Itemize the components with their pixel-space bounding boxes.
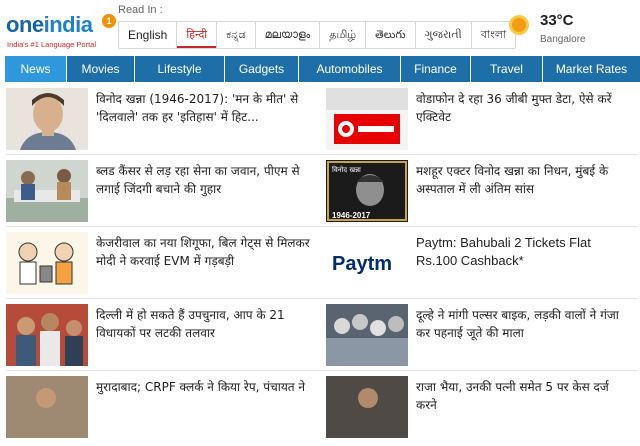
article-card[interactable]: राजा भैया, उनकी पत्नी समेत 5 पर केस दर्ज… [326, 376, 636, 446]
row-divider [6, 154, 638, 155]
hospital-thumbnail-icon [6, 160, 88, 222]
article-title[interactable]: केजरीवाल का नया शिगूफा, बिल गेट्स से मिल… [96, 234, 310, 270]
article-title[interactable]: विनोद खन्ना (1946-2017): 'मन के मीत' से … [96, 90, 310, 126]
article-card[interactable]: विनोद खन्ना (1946-2017): 'मन के मीत' से … [6, 88, 316, 158]
article-thumbnail[interactable]: विनोद खन्ना 1946-2017 [326, 160, 408, 222]
nav-lifestyle[interactable]: Lifestyle [135, 56, 225, 82]
logo-badge: 1 [102, 14, 116, 28]
article-title[interactable]: दिल्ली में हो सकते हैं उपचुनाव, आप के 21… [96, 306, 310, 342]
article-thumbnail[interactable] [326, 376, 408, 438]
logo-tagline: India's #1 Language Portal [7, 40, 97, 49]
article-thumbnail[interactable]: Paytm [326, 232, 408, 294]
logo-wordmark: oneindia [6, 12, 93, 37]
article-card[interactable]: दूल्हे ने मांगी पल्सर बाइक, लड़की वालों … [326, 304, 636, 374]
site-header: oneindia 1 India's #1 Language Portal Re… [0, 0, 640, 56]
nav-travel[interactable]: Travel [471, 56, 543, 82]
nav-movies[interactable]: Movies [67, 56, 135, 82]
lang-telugu[interactable]: తెలుగు [366, 22, 416, 48]
article-title[interactable]: दूल्हे ने मांगी पल्सर बाइक, लड़की वालों … [416, 306, 630, 342]
lang-malayalam[interactable]: മലയാളം [256, 22, 321, 48]
poster-caption-name: विनोद खन्ना [332, 165, 361, 174]
crowd-thumbnail-icon [326, 304, 408, 366]
row-divider [6, 226, 638, 227]
article-title[interactable]: राजा भैया, उनकी पत्नी समेत 5 पर केस दर्ज… [416, 378, 630, 414]
article-thumbnail[interactable] [6, 376, 88, 438]
article-card[interactable]: मुरादाबाद; CRPF क्लर्क ने किया रेप, पंचा… [6, 376, 316, 446]
weather-city: Bangalore [540, 34, 586, 45]
article-card[interactable]: वोडाफोन दे रहा 36 जीबी मुफ्त डेटा, ऐसे क… [326, 88, 636, 158]
article-grid: विनोद खन्ना (1946-2017): 'मन के मीत' से … [0, 82, 640, 438]
language-selector: English हिन्दी ಕನ್ನಡ മലയാളം தமிழ் తెలుగు… [118, 21, 517, 49]
cartoon-thumbnail-icon [6, 232, 88, 294]
lang-kannada[interactable]: ಕನ್ನಡ [217, 22, 256, 48]
nav-market-rates[interactable]: Market Rates [543, 56, 640, 82]
lang-english[interactable]: English [119, 22, 178, 48]
article-title[interactable]: ब्लड कैंसर से लड़ रहा सेना का जवान, पीएम… [96, 162, 310, 198]
politicians-thumbnail-icon [6, 304, 88, 366]
vodafone-store-thumbnail-icon [326, 88, 408, 150]
article-title[interactable]: मशहूर एक्टर विनोद खन्ना का निधन, मुंबई क… [416, 162, 630, 198]
read-in-label: Read In : [118, 4, 163, 16]
lang-gujarati[interactable]: ગુજરાતી [416, 22, 472, 48]
article-thumbnail[interactable] [6, 304, 88, 366]
article-thumbnail[interactable] [6, 232, 88, 294]
nav-finance[interactable]: Finance [401, 56, 471, 82]
main-nav: News Movies Lifestyle Gadgets Automobile… [5, 56, 640, 82]
article-card[interactable]: विनोद खन्ना 1946-2017 मशहूर एक्टर विनोद … [326, 160, 636, 230]
article-card[interactable]: दिल्ली में हो सकते हैं उपचुनाव, आप के 21… [6, 304, 316, 374]
paytm-logo-text: Paytm [332, 253, 392, 275]
article-title[interactable]: वोडाफोन दे रहा 36 जीबी मुफ्त डेटा, ऐसे क… [416, 90, 630, 126]
lang-hindi[interactable]: हिन्दी [177, 22, 218, 48]
weather-widget[interactable]: 33°C Bangalore [506, 12, 636, 52]
weather-temperature: 33°C [540, 12, 574, 29]
row-divider [6, 370, 638, 371]
lang-tamil[interactable]: தமிழ் [320, 22, 367, 48]
article-title[interactable]: Paytm: Bahubali 2 Tickets Flat Rs.100 Ca… [416, 234, 630, 270]
nav-gadgets[interactable]: Gadgets [225, 56, 299, 82]
article-card[interactable]: Paytm Paytm: Bahubali 2 Tickets Flat Rs.… [326, 232, 636, 302]
article-thumbnail[interactable] [6, 88, 88, 150]
sun-icon [509, 15, 529, 35]
nav-automobiles[interactable]: Automobiles [299, 56, 401, 82]
tribute-poster-thumbnail-icon: विनोद खन्ना 1946-2017 [326, 160, 408, 222]
article-thumbnail[interactable] [326, 304, 408, 366]
nav-news[interactable]: News [5, 56, 67, 82]
row-divider [6, 298, 638, 299]
article-thumbnail[interactable] [326, 88, 408, 150]
portrait-thumbnail-icon [6, 88, 88, 150]
article-card[interactable]: ब्लड कैंसर से लड़ रहा सेना का जवान, पीएम… [6, 160, 316, 230]
article-card[interactable]: केजरीवाल का नया शिगूफा, बिल गेट्स से मिल… [6, 232, 316, 302]
oneindia-logo[interactable]: oneindia 1 India's #1 Language Portal [6, 8, 116, 52]
news-thumbnail-icon [6, 376, 88, 438]
article-title[interactable]: मुरादाबाद; CRPF क्लर्क ने किया रेप, पंचा… [96, 378, 310, 396]
article-thumbnail[interactable] [6, 160, 88, 222]
paytm-logo-icon: Paytm [326, 232, 408, 294]
poster-caption-years: 1946-2017 [332, 211, 371, 220]
news-thumbnail-icon [326, 376, 408, 438]
